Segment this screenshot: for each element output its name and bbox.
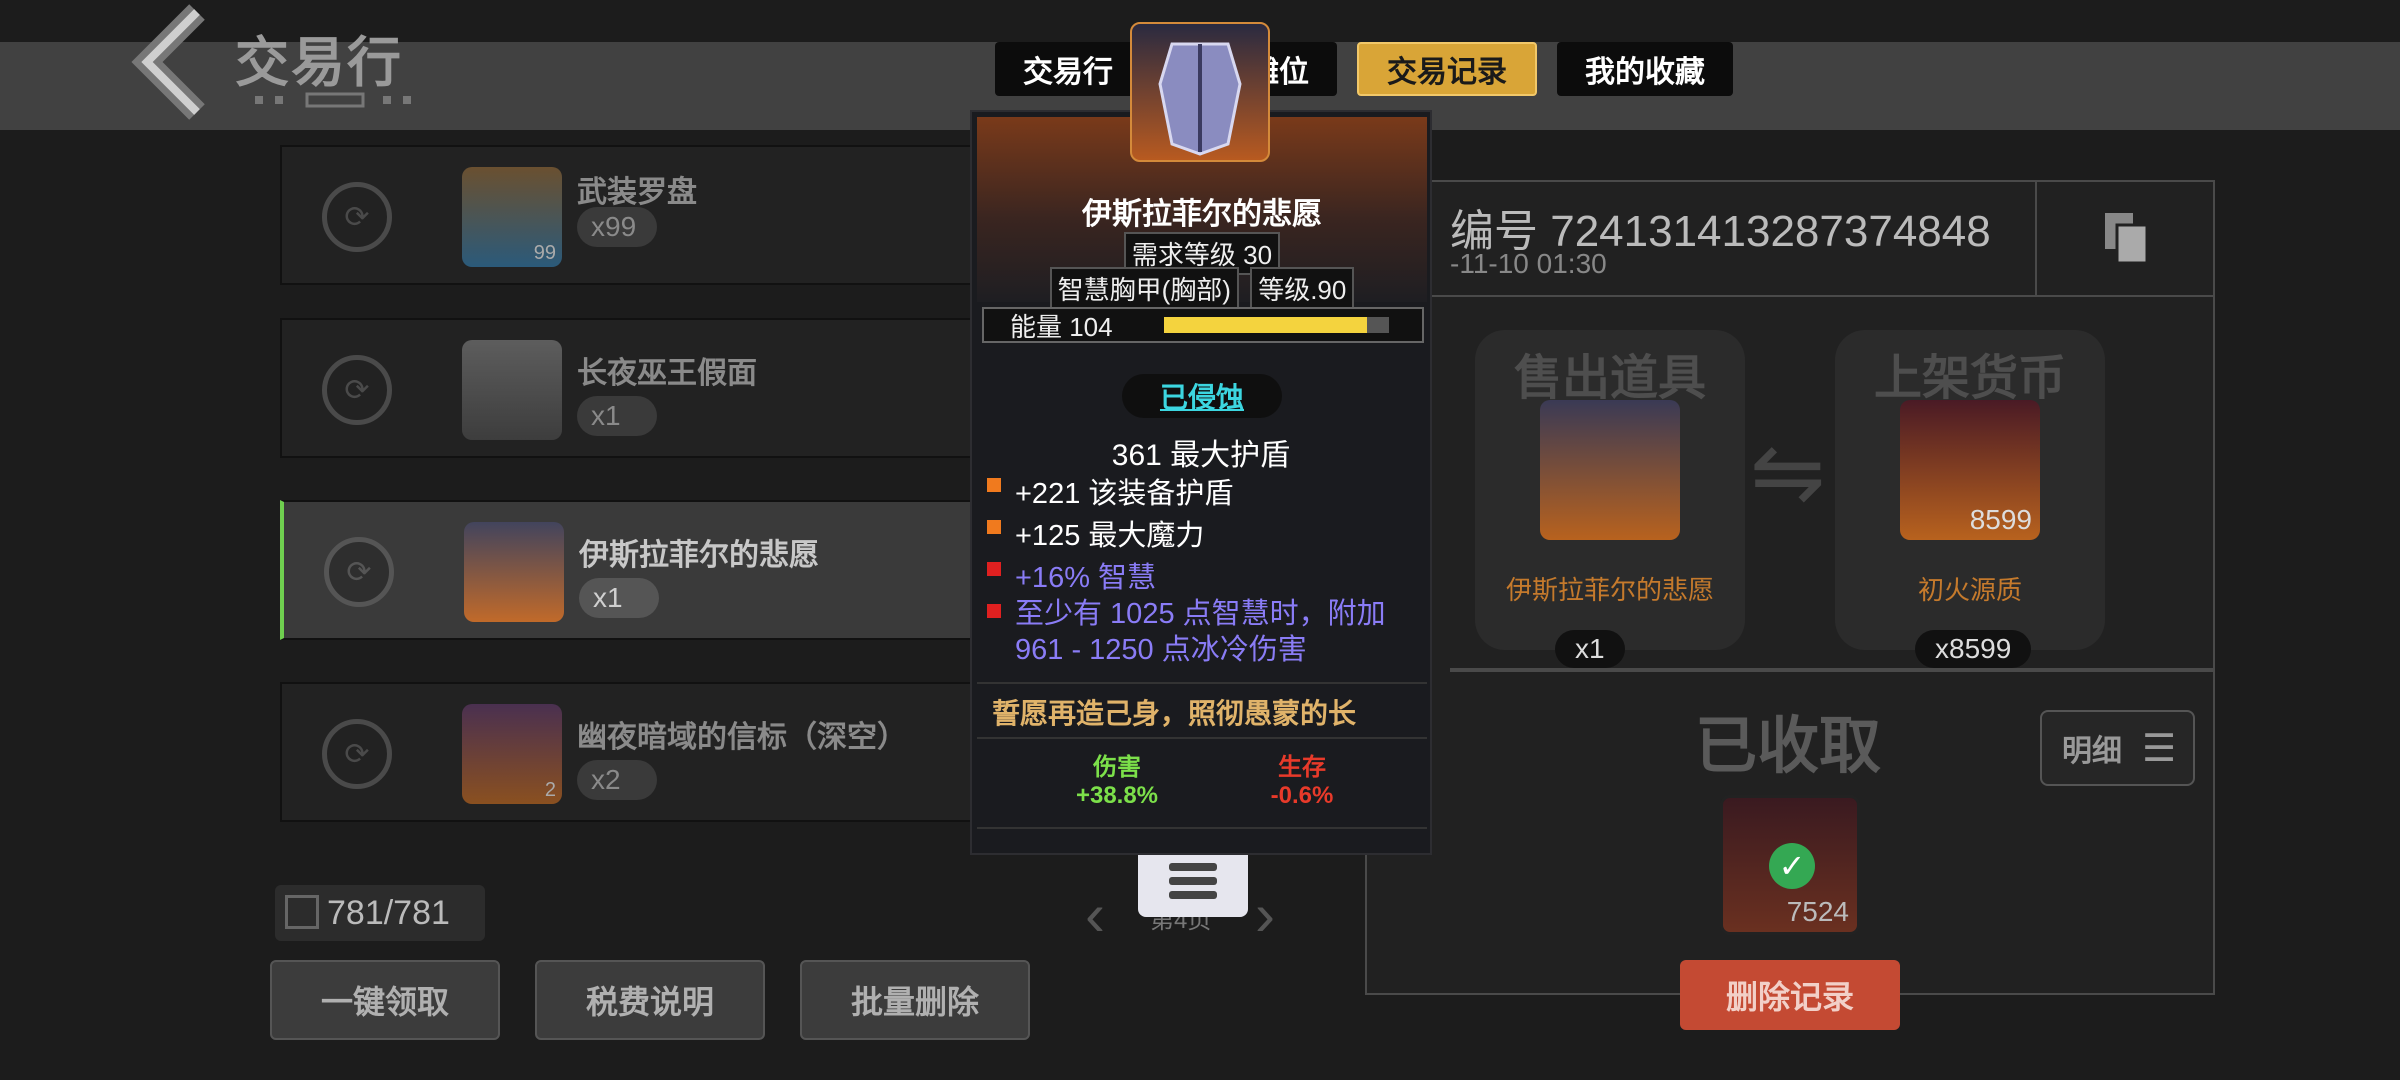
menu-icon (1169, 863, 1217, 871)
divider (977, 827, 1427, 829)
counter-text: 781/781 (327, 893, 450, 932)
batch-delete-button[interactable]: 批量删除 (800, 960, 1030, 1040)
list-item[interactable]: ⟳ 长夜巫王假面 x1 (280, 318, 980, 458)
item-level: 等级.90 (1250, 267, 1355, 310)
currency-count: 8599 (1969, 504, 2032, 535)
claim-all-button[interactable]: 一键领取 (270, 960, 500, 1040)
energy-row: 能量 104 (982, 307, 1424, 343)
energy-fill (1164, 317, 1367, 333)
thumb-count: 2 (544, 779, 556, 801)
stat-line: +16% 智慧 (987, 554, 1156, 596)
exchange-icon: ⇋ (1750, 423, 1826, 523)
currency-card: 上架货币 8599 初火源质 (1835, 330, 2105, 650)
item-qty: x2 (577, 760, 657, 800)
divider (1365, 295, 2215, 297)
sold-item-card: 售出道具 伊斯拉菲尔的悲愿 (1475, 330, 1745, 650)
armor-icon (1158, 42, 1242, 156)
item-qty: x1 (579, 578, 659, 618)
item-name: 伊斯拉菲尔的悲愿 (579, 539, 819, 572)
sold-item-icon[interactable] (1540, 400, 1680, 540)
record-counter: 781/781 (275, 885, 485, 941)
list-item[interactable]: ⟳ 2 幽夜暗域的信标（深空） x2 (280, 682, 980, 822)
item-name: 武装罗盘 (577, 176, 697, 209)
stat-dot (987, 562, 1001, 576)
record-date: -11-10 01:30 (1450, 248, 1607, 279)
check-icon: ✓ (1769, 843, 1815, 889)
stat-line: 至少有 1025 点智慧时，附加 961 - 1250 点冰冷伤害 (987, 596, 1386, 668)
tab-market[interactable]: 交易行 (995, 42, 1141, 96)
list-item[interactable]: ⟳ 99 武装罗盘 x99 (280, 145, 980, 285)
divider (977, 737, 1427, 739)
copy-icon (2105, 212, 2149, 264)
item-name: 幽夜暗域的信标（深空） (577, 721, 907, 754)
item-qty: x99 (577, 207, 657, 247)
item-name: 长夜巫王假面 (577, 357, 757, 390)
prev-page-button[interactable]: ‹ (1085, 880, 1105, 949)
flavor-text: 誓愿再造己身，照彻愚蒙的长 (992, 698, 1357, 729)
back-button[interactable] (125, 0, 215, 125)
collected-title: 已收取 (1695, 712, 1882, 781)
counter-icon (285, 895, 319, 929)
item-thumbnail (462, 340, 562, 440)
swap-icon: ⟳ (322, 182, 392, 252)
item-thumbnail: 2 (462, 704, 562, 804)
tooltip-item-icon (1130, 22, 1270, 162)
swap-icon: ⟳ (324, 537, 394, 607)
currency-icon[interactable]: 8599 (1900, 400, 2040, 540)
tooltip-item-name: 伊斯拉菲尔的悲愿 (1082, 198, 1322, 231)
energy-bar (1164, 317, 1389, 333)
stat-line: +125 最大魔力 (987, 512, 1204, 554)
energy-label: 能量 104 (1010, 311, 1113, 342)
swap-icon: ⟳ (322, 355, 392, 425)
divider (1450, 668, 2215, 672)
divider (977, 682, 1427, 684)
stat-line: +221 该装备护盾 (987, 470, 1233, 512)
detail-label: 明细 (2062, 735, 2122, 768)
copy-button[interactable] (2035, 180, 2215, 295)
tab-trade-records[interactable]: 交易记录 (1357, 42, 1537, 96)
next-page-button[interactable]: › (1255, 880, 1275, 949)
list-icon: ☰ (2142, 727, 2177, 770)
stat-dot (987, 520, 1001, 534)
detail-button[interactable]: 明细 ☰ (2040, 710, 2195, 786)
item-type: 智慧胸甲(胸部) (1049, 267, 1239, 310)
survive-compare: 生存 -0.6% (1270, 754, 1334, 809)
status-badge[interactable]: 已侵蚀 (1122, 374, 1282, 418)
thumb-count: 99 (533, 242, 556, 264)
swap-icon: ⟳ (322, 719, 392, 789)
menu-button[interactable] (1138, 845, 1248, 917)
tax-info-button[interactable]: 税费说明 (535, 960, 765, 1040)
item-tooltip: 伊斯拉菲尔的悲愿 需求等级 30 智慧胸甲(胸部) 等级.90 能量 104 已… (970, 110, 1432, 855)
sold-title: 售出道具 (1513, 352, 1706, 405)
tab-my-favorites[interactable]: 我的收藏 (1557, 42, 1733, 96)
item-thumbnail (464, 522, 564, 622)
damage-compare: 伤害 +38.8% (1075, 754, 1159, 809)
currency-name: 初火源质 (1917, 575, 2022, 605)
item-thumbnail: 99 (462, 167, 562, 267)
chevron-left-icon (131, 4, 205, 120)
main-stat: 361 最大护盾 (1111, 439, 1291, 472)
currency-qty: x8599 (1915, 630, 2032, 668)
list-item-selected[interactable]: ⟳ 伊斯拉菲尔的悲愿 x1 (280, 500, 980, 640)
title-decoration (255, 92, 411, 108)
tab-bar: 交易行 我的摊位 交易记录 我的收藏 (995, 42, 1733, 96)
delete-record-button[interactable]: 删除记录 (1680, 960, 1900, 1030)
collected-count: 7524 (1786, 896, 1849, 927)
sold-item-name: 伊斯拉菲尔的悲愿 (1505, 575, 1714, 605)
stat-dot (987, 604, 1001, 618)
currency-title: 上架货币 (1873, 352, 2066, 405)
sold-qty: x1 (1555, 630, 1625, 668)
page-title: 交易行 (235, 33, 403, 93)
stat-dot (987, 478, 1001, 492)
item-qty: x1 (577, 396, 657, 436)
collected-item[interactable]: ✓ 7524 (1720, 795, 1860, 935)
